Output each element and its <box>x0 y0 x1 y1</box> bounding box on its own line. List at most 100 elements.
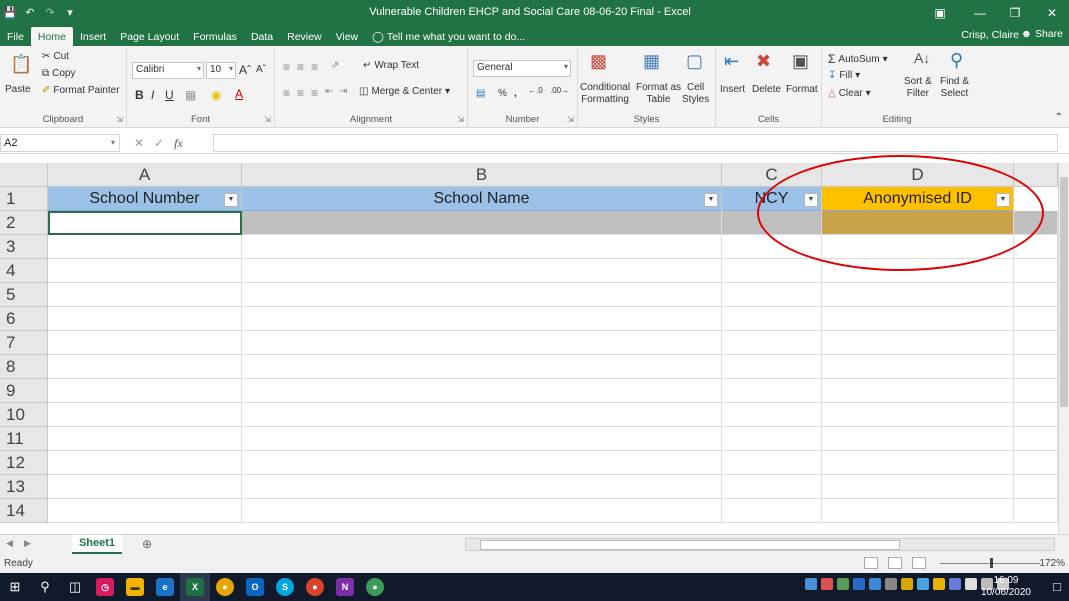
fill-color-icon[interactable]: ◉ <box>211 88 221 102</box>
align-center-icon[interactable]: ≡ <box>297 86 304 100</box>
grid-cell[interactable] <box>822 331 1014 355</box>
alignment-launcher-icon[interactable]: ⇲ <box>457 115 464 124</box>
font-name-dropdown[interactable]: Calibri ▾ <box>132 62 204 79</box>
grid-cell[interactable] <box>1014 307 1058 331</box>
tell-me-search[interactable]: ◯ Tell me what you want to do... <box>365 27 532 46</box>
paste-button[interactable]: Paste <box>5 84 31 95</box>
row-header[interactable]: 9 <box>0 379 48 403</box>
cancel-icon[interactable]: ✕ <box>134 136 144 150</box>
grid-cell[interactable] <box>822 283 1014 307</box>
next-sheet-icon[interactable]: ▶ <box>24 538 31 549</box>
grid-cell[interactable] <box>48 403 242 427</box>
tray-app-icon[interactable] <box>869 578 881 590</box>
number-format-dropdown[interactable]: General ▾ <box>473 60 571 77</box>
format-cells-icon[interactable]: ▣ <box>792 51 809 72</box>
grid-cell[interactable] <box>822 307 1014 331</box>
grid-cell[interactable] <box>822 379 1014 403</box>
grid-cell[interactable] <box>242 403 722 427</box>
collapse-ribbon-icon[interactable]: ⌃ <box>1055 112 1063 123</box>
vertical-scrollbar[interactable] <box>1058 163 1069 534</box>
notifications-icon[interactable]: □ <box>1053 579 1061 594</box>
page-layout-view-icon[interactable] <box>888 557 902 569</box>
grid-cell[interactable] <box>822 235 1014 259</box>
grid-cell[interactable] <box>48 499 242 523</box>
grid-cell[interactable] <box>242 307 722 331</box>
sort-filter-icon[interactable]: A↓ <box>914 50 930 66</box>
grid-cell[interactable] <box>48 379 242 403</box>
column-header-d[interactable]: D <box>822 163 1014 187</box>
decrease-indent-icon[interactable]: ⇤ <box>325 86 333 97</box>
insert-cells-icon[interactable]: ⇤ <box>724 51 739 72</box>
filter-dropdown-icon[interactable]: ▼ <box>704 193 718 207</box>
row-header[interactable]: 11 <box>0 427 48 451</box>
tray-app-icon[interactable] <box>853 578 865 590</box>
row-header[interactable]: 1 <box>0 187 48 211</box>
grid-cell[interactable] <box>242 451 722 475</box>
grid-cell[interactable] <box>822 499 1014 523</box>
conditional-formatting-icon[interactable]: ▩ <box>590 51 607 72</box>
zoom-slider-knob[interactable] <box>990 558 993 568</box>
grid-cell[interactable] <box>722 379 822 403</box>
page-break-view-icon[interactable] <box>912 557 926 569</box>
align-top-icon[interactable]: ≡ <box>283 60 290 74</box>
undo-icon[interactable]: ↶ <box>20 0 40 25</box>
grid-cell[interactable] <box>1014 283 1058 307</box>
task-view-icon[interactable]: ◫ <box>60 573 90 601</box>
edge-icon[interactable]: e <box>150 573 180 601</box>
grid-cell[interactable] <box>48 427 242 451</box>
search-icon[interactable]: ⚲ <box>30 573 60 601</box>
tray-app-icon[interactable] <box>821 578 833 590</box>
cell-c2[interactable] <box>722 211 822 235</box>
tab-review[interactable]: Review <box>280 27 328 46</box>
font-launcher-icon[interactable]: ⇲ <box>264 115 271 124</box>
share-button[interactable]: ☻ Share <box>1021 28 1063 40</box>
restore-icon[interactable]: ❐ <box>1000 0 1030 25</box>
header-cell-school-number[interactable]: School Number ▼ <box>48 187 242 211</box>
grid-cell[interactable] <box>48 331 242 355</box>
grid-cell[interactable] <box>242 427 722 451</box>
tray-app-icon[interactable] <box>901 578 913 590</box>
grid-cell[interactable] <box>822 355 1014 379</box>
horizontal-scrollbar[interactable] <box>465 538 1055 551</box>
header-cell-school-name[interactable]: School Name ▼ <box>242 187 722 211</box>
grow-font-icon[interactable]: Aˆ <box>239 63 251 77</box>
format-as-table-icon[interactable]: ▦ <box>643 51 660 72</box>
align-right-icon[interactable]: ≡ <box>311 86 318 100</box>
align-middle-icon[interactable]: ≡ <box>297 60 304 74</box>
format-painter-button[interactable]: ✐ Format Painter <box>42 85 120 96</box>
tray-app-icon[interactable] <box>933 578 945 590</box>
grid-cell[interactable] <box>1014 451 1058 475</box>
clock-app-icon[interactable]: ◷ <box>90 573 120 601</box>
add-sheet-icon[interactable]: ⊕ <box>142 537 152 551</box>
header-cell-anonymised-id[interactable]: Anonymised ID ▼ <box>822 187 1014 211</box>
horizontal-scroll-thumb[interactable] <box>480 540 900 550</box>
grid-cell[interactable] <box>48 475 242 499</box>
column-header-e[interactable] <box>1014 163 1058 187</box>
enter-icon[interactable]: ✓ <box>154 136 164 150</box>
grid-cell[interactable] <box>48 283 242 307</box>
grid-cell[interactable] <box>1014 235 1058 259</box>
redo-icon[interactable]: ↷ <box>40 0 60 25</box>
tray-app-icon[interactable] <box>917 578 929 590</box>
currency-icon[interactable]: ▤ <box>476 88 485 99</box>
insert-cells-button[interactable]: Insert <box>720 84 745 95</box>
formula-input[interactable] <box>213 134 1058 152</box>
grid-cell[interactable] <box>48 235 242 259</box>
filter-dropdown-icon[interactable]: ▼ <box>224 193 238 207</box>
grid-cell[interactable] <box>822 259 1014 283</box>
grid-cell[interactable] <box>722 307 822 331</box>
tray-app-icon[interactable] <box>949 578 961 590</box>
grid-cell[interactable] <box>48 259 242 283</box>
clipboard-launcher-icon[interactable]: ⇲ <box>116 115 123 124</box>
grid-cell[interactable] <box>822 427 1014 451</box>
copy-button[interactable]: ⧉ Copy <box>42 68 76 79</box>
grid-cell[interactable] <box>242 259 722 283</box>
cell-e2[interactable] <box>1014 211 1058 235</box>
wrap-text-button[interactable]: ↵ Wrap Text <box>363 60 419 71</box>
grid-cell[interactable] <box>1014 499 1058 523</box>
row-header[interactable]: 7 <box>0 331 48 355</box>
grid-cell[interactable] <box>1014 427 1058 451</box>
delete-cells-button[interactable]: Delete <box>752 84 781 95</box>
tray-app-icon[interactable] <box>837 578 849 590</box>
save-icon[interactable]: 💾 <box>0 0 20 25</box>
